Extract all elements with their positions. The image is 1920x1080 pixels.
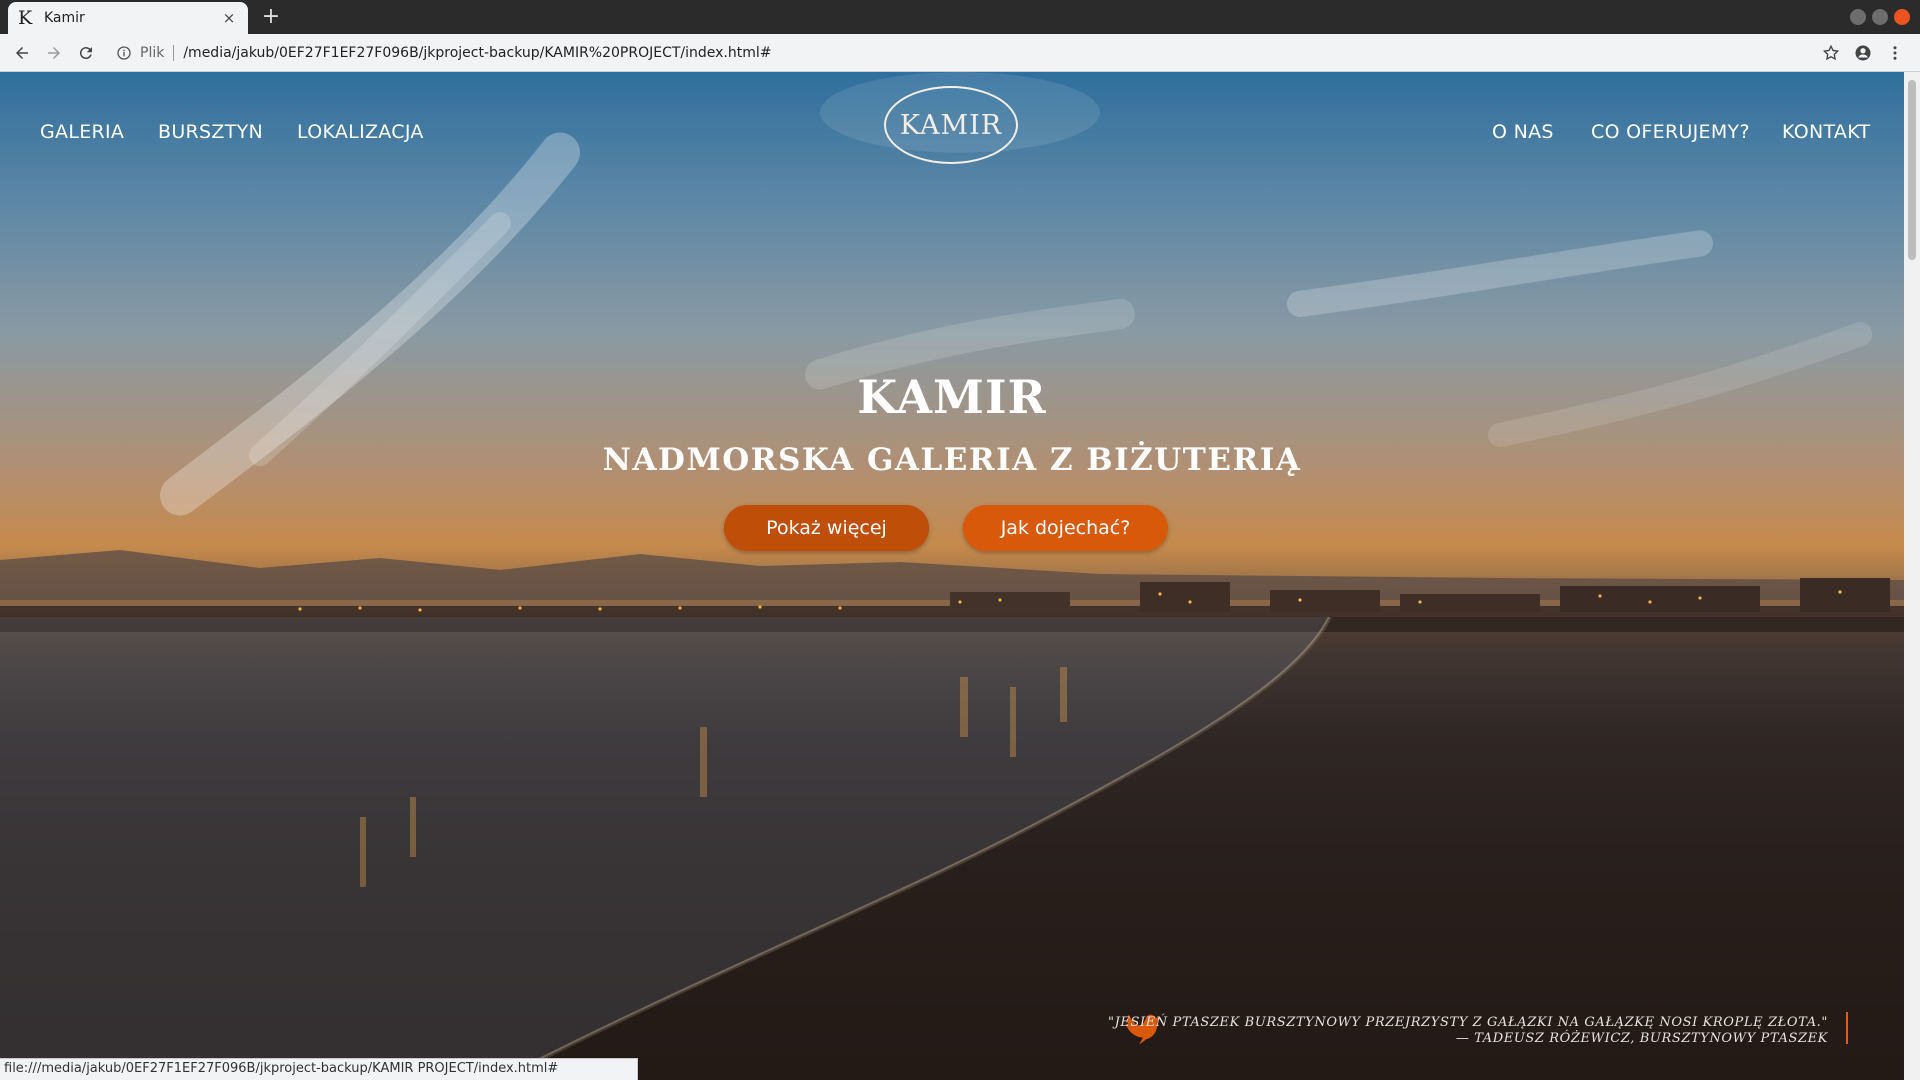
nav-link-co-oferujemy[interactable]: CO OFERUJEMY? [1591,121,1750,143]
close-window-button[interactable] [1894,9,1910,25]
browser-tab[interactable]: K Kamir × [8,2,248,34]
quote-text: "JESIEŃ PTASZEK BURSZTYNOWY PRZEJRZYSTY … [1107,1015,1828,1030]
back-button[interactable] [6,37,38,69]
star-icon[interactable] [1822,44,1840,62]
hero-title: KAMIR [857,370,1047,424]
back-arrow-icon [16,46,28,59]
reload-icon [79,46,92,59]
address-bar[interactable]: Plik /media/jakub/0EF27F1EF27F096B/jkpro… [116,38,1822,68]
nav-link-lokalizacja[interactable]: LOKALIZACJA [297,121,424,143]
close-tab-icon[interactable]: × [220,9,238,27]
info-icon[interactable] [116,45,132,61]
nav-link-kontakt[interactable]: KONTAKT [1782,121,1870,143]
nav-link-o-nas[interactable]: O NAS [1492,121,1554,143]
minimize-window-button[interactable] [1850,9,1866,25]
address-separator [173,44,175,61]
new-tab-button[interactable]: + [258,4,284,30]
forward-button[interactable] [38,37,70,69]
show-more-button[interactable]: Pokaż więcej [724,505,929,551]
menu-dots-icon[interactable] [1886,44,1904,62]
page-scrollbar[interactable] [1904,72,1920,1080]
site-info-label[interactable]: Plik [140,45,164,61]
nav-link-galeria[interactable]: GALERIA [40,121,124,143]
browser-toolbar: Plik /media/jakub/0EF27F1EF27F096B/jkpro… [0,34,1920,72]
reload-button[interactable] [70,37,102,69]
site-logo[interactable]: KAMIR [884,86,1018,164]
quote-accent-bar [1846,1012,1848,1044]
logo-text: KAMIR [899,109,1003,141]
tab-title: Kamir [44,10,85,26]
page-viewport: GALERIA BURSZTYN LOKALIZACJA O NAS CO OF… [0,72,1904,1080]
scrollbar-thumb[interactable] [1908,80,1916,260]
hero-subtitle: NADMORSKA GALERIA Z BIŻUTERIĄ [602,442,1302,478]
forward-arrow-icon [48,46,60,59]
browser-tabstrip: K Kamir × + [0,0,1920,34]
url-text[interactable]: /media/jakub/0EF27F1EF27F096B/jkproject-… [183,45,771,61]
tab-favicon: K [18,7,33,29]
maximize-window-button[interactable] [1872,9,1888,25]
quote-author: — TADEUSZ RÓŻEWICZ, BURSZTYNOWY PTASZEK [1455,1031,1828,1046]
toolbar-right-icons [1822,44,1904,62]
window-controls [1850,9,1910,25]
quote-block: "JESIEŃ PTASZEK BURSZTYNOWY PRZEJRZYSTY … [1108,1002,1880,1062]
account-icon[interactable] [1854,44,1872,62]
status-bar-url: file:///media/jakub/0EF27F1EF27F096B/jkp… [0,1058,638,1080]
nav-link-bursztyn[interactable]: BURSZTYN [158,121,263,143]
directions-button[interactable]: Jak dojechać? [963,505,1168,551]
